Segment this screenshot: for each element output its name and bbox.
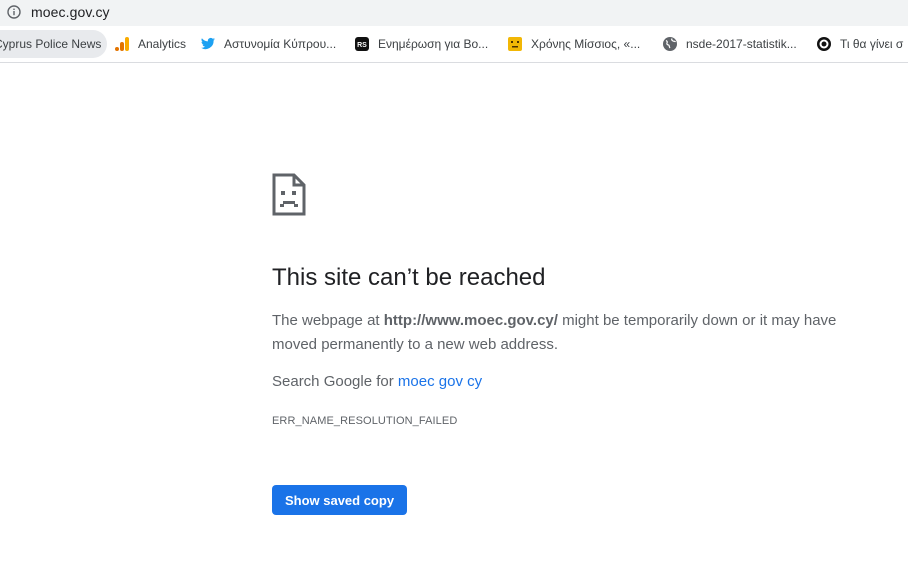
bookmark-analytics[interactable]: Analytics: [114, 30, 186, 58]
analytics-icon: [115, 37, 129, 51]
rs-icon: RS: [355, 37, 369, 51]
bookmark-cyprus-police-news[interactable]: Cyprus Police News: [0, 30, 108, 58]
globe-icon: [663, 37, 677, 51]
error-code: ERR_NAME_RESOLUTION_FAILED: [272, 415, 458, 427]
error-description: The webpage at http://www.moec.gov.cy/ m…: [272, 309, 862, 357]
url-text[interactable]: moec.gov.cy: [31, 4, 110, 20]
bookmark-label: nsde-2017-statistik...: [686, 37, 797, 51]
info-icon[interactable]: [7, 5, 21, 19]
bookmark-label: Τι θα γίνει σ: [840, 37, 904, 51]
show-saved-copy-button[interactable]: Show saved copy: [272, 485, 407, 515]
failed-url: http://www.moec.gov.cy/: [383, 312, 558, 329]
desc-prefix: The webpage at: [272, 312, 384, 329]
address-bar[interactable]: moec.gov.cy: [0, 0, 908, 26]
bookmark-label: Cyprus Police News: [0, 37, 102, 51]
search-google-link[interactable]: moec gov cy: [398, 373, 482, 390]
bookmark-label: Ενημέρωση για Βο...: [378, 37, 489, 51]
face-icon: [508, 37, 522, 51]
target-icon: [817, 37, 831, 51]
sad-page-icon: [272, 173, 306, 216]
bookmark-astynomia-kyprou[interactable]: Αστυνομία Κύπρου...: [200, 30, 336, 58]
bookmark-nsde-2017[interactable]: nsde-2017-statistik...: [662, 30, 797, 58]
bookmark-enimerosi[interactable]: RS Ενημέρωση για Βο...: [354, 30, 488, 58]
bookmark-ti-tha-ginei[interactable]: Τι θα γίνει σ: [816, 30, 903, 58]
bookmark-label: Αστυνομία Κύπρου...: [224, 37, 337, 51]
svg-text:RS: RS: [357, 42, 367, 49]
search-prefix: Search Google for: [272, 373, 398, 390]
bookmark-chronis-missios[interactable]: Χρόνης Μίσσιος, «...: [507, 30, 640, 58]
bookmark-label: Χρόνης Μίσσιος, «...: [531, 37, 641, 51]
search-suggestion: Search Google for moec gov cy: [272, 373, 482, 390]
error-title: This site can’t be reached: [272, 264, 546, 291]
bookmark-label: Analytics: [138, 37, 187, 51]
bookmarks-bar: Cyprus Police News Analytics Αστυνομία Κ…: [0, 26, 908, 63]
twitter-icon: [201, 37, 215, 50]
